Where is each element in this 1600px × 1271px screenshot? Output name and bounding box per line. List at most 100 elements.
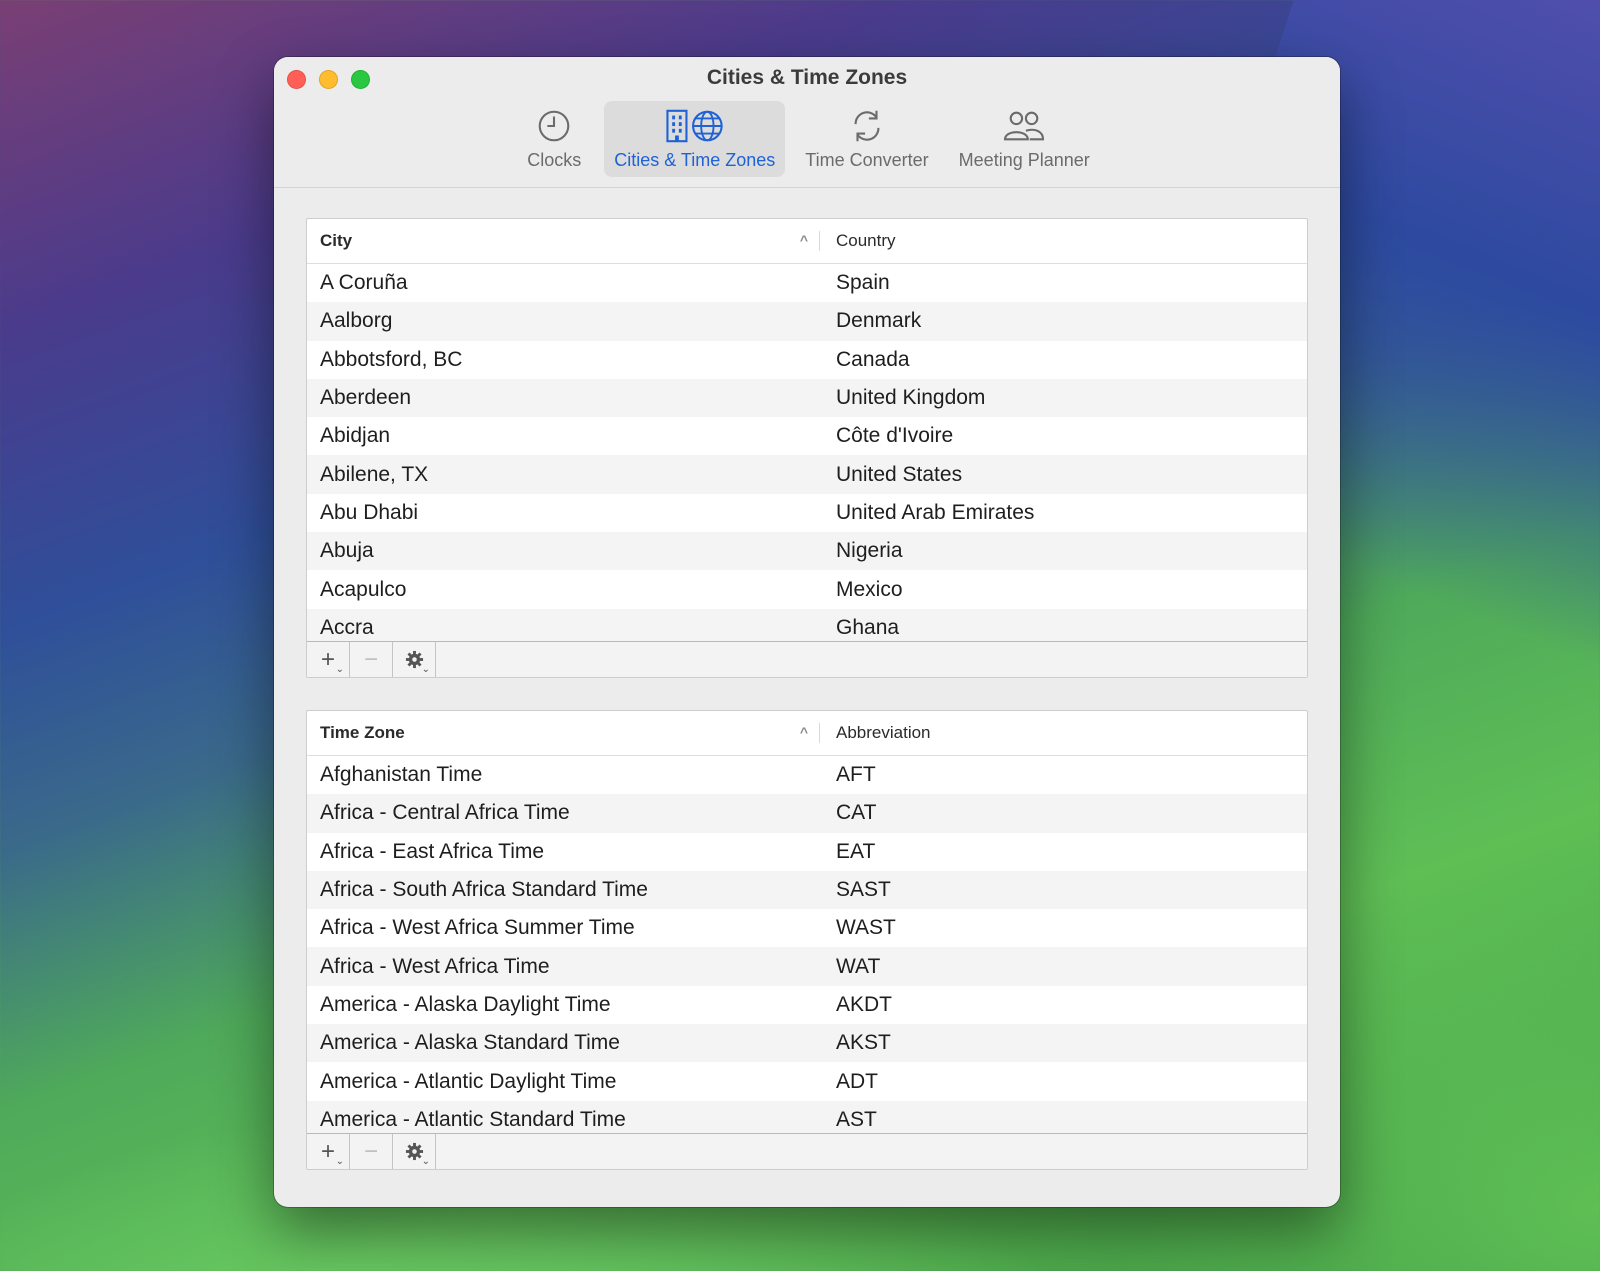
chevron-down-icon: ⌄ [335, 664, 344, 675]
time-zone-cell: America - Alaska Standard Time [320, 1031, 620, 1055]
country-cell: Nigeria [836, 539, 903, 563]
city-cell: Abuja [320, 539, 374, 563]
country-cell: Canada [836, 347, 910, 371]
column-header-time-zone[interactable]: Time Zone ^ [307, 711, 820, 755]
cities-table: City ^ Country A Coruña Spain Aalborg Denm… [306, 218, 1308, 678]
column-header-city-label: City [320, 231, 353, 250]
abbreviation-cell: AKST [836, 1031, 891, 1055]
add-city-button[interactable]: + ⌄ [307, 642, 350, 677]
table-row[interactable]: America - Atlantic Daylight Time ADT [307, 1062, 1307, 1100]
title-bar: Cities & Time Zones Clocks Cities & Time… [274, 57, 1340, 188]
sort-ascending-icon: ^ [799, 724, 808, 740]
table-row[interactable]: Abilene, TX United States [307, 455, 1307, 494]
timezones-table-header: Time Zone ^ Abbreviation [307, 711, 1307, 756]
country-cell: Ghana [836, 615, 900, 639]
building-globe-icon [666, 109, 723, 143]
city-cell: Accra [320, 615, 374, 639]
table-row[interactable]: Aalborg Denmark [307, 302, 1307, 341]
column-header-abbreviation-label: Abbreviation [836, 723, 931, 742]
remove-time-zone-button[interactable]: − [350, 1134, 393, 1169]
table-row[interactable]: Aberdeen United Kingdom [307, 378, 1307, 418]
column-header-country[interactable]: Country [820, 219, 1307, 263]
time-zone-cell: Africa - Central Africa Time [320, 801, 570, 825]
country-cell: United Arab Emirates [836, 500, 1035, 524]
plus-icon: + [320, 645, 335, 673]
table-row[interactable]: Accra Ghana [307, 608, 1307, 641]
abbreviation-cell: EAT [836, 839, 876, 863]
time-zone-actions-button[interactable]: ⌄ [393, 1134, 436, 1169]
cities-table-rows[interactable]: A Coruña Spain Aalborg Denmark Abbotsford,… [307, 264, 1307, 641]
time-zone-cell: Africa - East Africa Time [320, 839, 545, 863]
table-row[interactable]: Acapulco Mexico [307, 570, 1307, 608]
tab-meeting-planner-label: Meeting Planner [958, 150, 1090, 170]
table-row[interactable]: Afghanistan Time AFT [307, 756, 1307, 794]
city-cell: Abidjan [320, 424, 391, 448]
abbreviation-cell: CAT [836, 801, 877, 825]
people-icon [1004, 111, 1045, 141]
country-cell: United Kingdom [836, 386, 986, 410]
tab-clocks-label: Clocks [527, 150, 582, 170]
time-zone-cell: America - Atlantic Daylight Time [320, 1069, 617, 1093]
table-row[interactable]: Abidjan Côte d'Ivoire [307, 417, 1307, 455]
abbreviation-cell: AFT [836, 763, 876, 787]
time-zone-cell: America - Alaska Daylight Time [320, 992, 611, 1016]
table-row[interactable]: America - Atlantic Standard Time AST [307, 1100, 1307, 1133]
table-row[interactable]: Africa - Central Africa Time CAT [307, 794, 1307, 833]
abbreviation-cell: AST [836, 1107, 877, 1131]
remove-city-button[interactable]: − [350, 642, 393, 677]
city-cell: Aalborg [320, 309, 393, 333]
country-cell: Mexico [836, 577, 903, 601]
table-row[interactable]: Abu Dhabi United Arab Emirates [307, 494, 1307, 532]
tab-time-converter[interactable]: Time Converter [795, 101, 938, 177]
tab-clocks[interactable]: Clocks [514, 101, 594, 177]
country-cell: Côte d'Ivoire [836, 424, 954, 448]
plus-icon: + [320, 1137, 335, 1165]
timezones-table-footer: + ⌄ − ⌄ [307, 1133, 1307, 1169]
sync-icon [854, 110, 880, 142]
country-cell: United States [836, 462, 963, 486]
cities-table-header: City ^ Country [307, 219, 1307, 264]
minus-icon: − [363, 1137, 378, 1165]
country-cell: Spain [836, 271, 890, 295]
city-cell: Abbotsford, BC [320, 347, 463, 371]
tab-time-converter-label: Time Converter [805, 150, 929, 170]
app-window: Cities & Time Zones Clocks Cities & Time… [274, 57, 1340, 1207]
toolbar: Clocks Cities & Time Zones Time Converte… [274, 101, 1340, 177]
abbreviation-cell: WAST [836, 916, 896, 940]
timezones-table-rows[interactable]: Afghanistan Time AFT Africa - Central Afr… [307, 756, 1307, 1133]
tab-cities-time-zones-label: Cities & Time Zones [614, 150, 776, 170]
table-row[interactable]: America - Alaska Standard Time AKST [307, 1024, 1307, 1063]
table-row[interactable]: Africa - East Africa Time EAT [307, 833, 1307, 871]
table-row[interactable]: Africa - South Africa Standard Time SAST [307, 870, 1307, 910]
city-cell: Abu Dhabi [320, 500, 419, 524]
table-row[interactable]: America - Alaska Daylight Time AKDT [307, 986, 1307, 1024]
time-zone-cell: Africa - West Africa Summer Time [320, 916, 635, 940]
column-header-abbreviation[interactable]: Abbreviation [820, 711, 1307, 755]
column-header-time-zone-label: Time Zone [320, 723, 405, 742]
table-row[interactable]: Abbotsford, BC Canada [307, 341, 1307, 379]
column-header-city[interactable]: City ^ [307, 219, 820, 263]
abbreviation-cell: AKDT [836, 992, 893, 1016]
add-time-zone-button[interactable]: + ⌄ [307, 1134, 350, 1169]
table-row[interactable]: Abuja Nigeria [307, 532, 1307, 571]
country-cell: Denmark [836, 309, 922, 333]
sort-ascending-icon: ^ [799, 232, 808, 248]
table-row[interactable]: Africa - West Africa Summer Time WAST [307, 909, 1307, 947]
time-zone-cell: Africa - West Africa Time [320, 954, 550, 978]
city-actions-button[interactable]: ⌄ [393, 642, 436, 677]
abbreviation-cell: ADT [836, 1069, 878, 1093]
tab-cities-time-zones[interactable]: Cities & Time Zones [604, 101, 786, 177]
table-row[interactable]: Africa - West Africa Time WAT [307, 947, 1307, 986]
city-cell: Aberdeen [320, 386, 412, 410]
table-row[interactable]: A Coruña Spain [307, 264, 1307, 302]
tab-meeting-planner[interactable]: Meeting Planner [949, 101, 1100, 177]
clock-icon [538, 110, 570, 142]
abbreviation-cell: SAST [836, 878, 891, 902]
column-header-country-label: Country [836, 231, 896, 250]
timezones-table: Time Zone ^ Abbreviation Afghanistan Tim… [306, 710, 1308, 1170]
window-title: Cities & Time Zones [706, 66, 908, 89]
city-cell: Abilene, TX [320, 462, 429, 486]
chevron-down-icon: ⌄ [421, 664, 430, 675]
minus-icon: − [363, 645, 378, 673]
abbreviation-cell: WAT [836, 954, 881, 978]
